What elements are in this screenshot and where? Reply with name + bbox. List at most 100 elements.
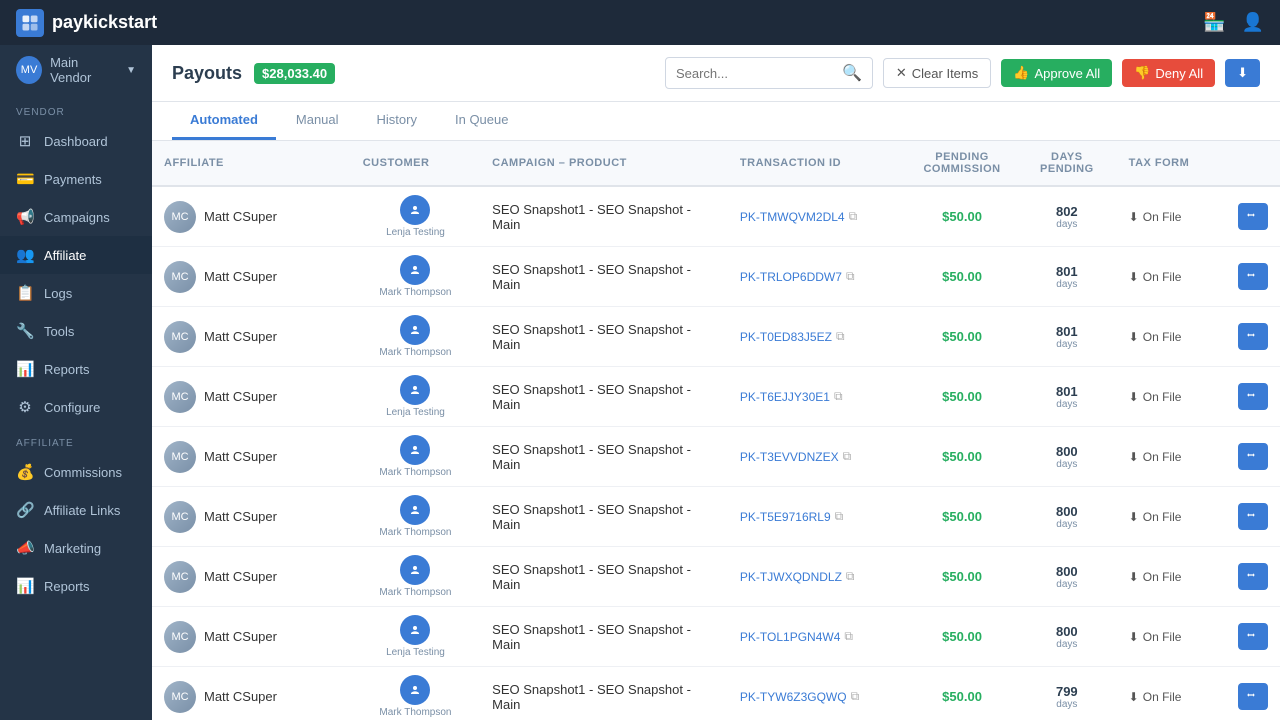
copy-icon[interactable]: ⧉ — [846, 569, 855, 584]
user-icon[interactable]: 👤 — [1242, 12, 1264, 33]
commission-cell: $50.00 — [907, 307, 1017, 367]
copy-icon[interactable]: ⧉ — [836, 329, 845, 344]
days-pending-cell: 800 days — [1017, 427, 1117, 487]
app-logo[interactable]: paykickstart — [16, 9, 157, 37]
pay-button[interactable] — [1238, 683, 1268, 710]
store-icon[interactable]: 🏪 — [1203, 12, 1225, 33]
tab-automated[interactable]: Automated — [172, 102, 276, 140]
transaction-id-value[interactable]: PK-TYW6Z3GQWQ — [740, 690, 847, 704]
customer-icon — [400, 255, 430, 285]
sidebar-item-commissions[interactable]: 💰 Commissions — [0, 453, 152, 491]
affiliate-name: Matt CSuper — [204, 449, 277, 464]
copy-icon[interactable]: ⧉ — [844, 629, 853, 644]
transaction-id-value[interactable]: PK-T3EVVDNZEX — [740, 450, 839, 464]
sidebar-item-payments[interactable]: 💳 Payments — [0, 160, 152, 198]
copy-icon[interactable]: ⧉ — [843, 449, 852, 464]
col-header-customer: Customer — [351, 141, 480, 186]
affiliate-name: Matt CSuper — [204, 269, 277, 284]
tax-form-status: On File — [1143, 390, 1182, 404]
tax-form-status: On File — [1143, 690, 1182, 704]
sidebar-item-campaigns[interactable]: 📢 Campaigns — [0, 198, 152, 236]
vendor-section-label: VENDOR — [0, 95, 152, 122]
clear-items-button[interactable]: ✕ Clear Items — [883, 58, 991, 88]
customer-name: Lenja Testing — [386, 227, 445, 238]
pay-button[interactable] — [1238, 443, 1268, 470]
approve-all-button[interactable]: 👍 Approve All — [1001, 59, 1112, 87]
tax-form-status: On File — [1143, 330, 1182, 344]
customer-icon — [400, 375, 430, 405]
affiliate-avatar: MC — [164, 261, 196, 293]
sidebar-item-reports[interactable]: 📊 Reports — [0, 350, 152, 388]
transaction-id-value[interactable]: PK-T0ED83J5EZ — [740, 330, 832, 344]
sidebar-item-logs[interactable]: 📋 Logs — [0, 274, 152, 312]
campaign-cell: SEO Snapshot1 - SEO Snapshot - Main — [480, 247, 728, 307]
sidebar-item-marketing[interactable]: 📣 Marketing — [0, 529, 152, 567]
table-row: MC Matt CSuper Mark Thompson SEO Snapsho… — [152, 247, 1280, 307]
tax-form-cell: ⬇ On File — [1117, 487, 1226, 547]
sidebar-item-dashboard[interactable]: ⊞ Dashboard — [0, 122, 152, 160]
pay-button[interactable] — [1238, 503, 1268, 530]
action-cell — [1226, 307, 1280, 367]
tab-inqueue[interactable]: In Queue — [437, 102, 527, 140]
affiliate-avatar: MC — [164, 681, 196, 713]
copy-icon[interactable]: ⧉ — [849, 209, 858, 224]
copy-icon[interactable]: ⧉ — [834, 389, 843, 404]
pay-button[interactable] — [1238, 203, 1268, 230]
tax-form-cell: ⬇ On File — [1117, 247, 1226, 307]
pay-button[interactable] — [1238, 623, 1268, 650]
pay-button[interactable] — [1238, 263, 1268, 290]
download-icon: ⬇ — [1129, 450, 1139, 464]
sidebar-item-affiliate-links[interactable]: 🔗 Affiliate Links — [0, 491, 152, 529]
sidebar-item-configure[interactable]: ⚙ Configure — [0, 388, 152, 426]
page-title: Payouts — [172, 63, 242, 84]
search-input[interactable] — [676, 66, 836, 81]
tab-history[interactable]: History — [359, 102, 435, 140]
vendor-header[interactable]: MV Main Vendor ▼ — [0, 45, 152, 95]
days-number: 799 — [1029, 684, 1105, 699]
download-icon: ⬇ — [1129, 690, 1139, 704]
transaction-id-value[interactable]: PK-TJWXQDNDLZ — [740, 570, 842, 584]
reports-icon: 📊 — [16, 360, 34, 378]
sidebar-item-affiliate[interactable]: 👥 Affiliate — [0, 236, 152, 274]
pay-button[interactable] — [1238, 383, 1268, 410]
transaction-id-value[interactable]: PK-TOL1PGN4W4 — [740, 630, 840, 644]
tab-manual[interactable]: Manual — [278, 102, 357, 140]
pay-button[interactable] — [1238, 323, 1268, 350]
copy-icon[interactable]: ⧉ — [835, 509, 844, 524]
copy-icon[interactable]: ⧉ — [846, 269, 855, 284]
tabs-bar: Automated Manual History In Queue — [152, 102, 1280, 141]
transaction-id-value[interactable]: PK-T6EJJY30E1 — [740, 390, 830, 404]
sidebar-item-reports-affiliate[interactable]: 📊 Reports — [0, 567, 152, 605]
deny-all-button[interactable]: 👎 Deny All — [1122, 59, 1215, 87]
transaction-id-value[interactable]: PK-T5E9716RL9 — [740, 510, 831, 524]
days-unit: days — [1029, 339, 1105, 350]
table-row: MC Matt CSuper Mark Thompson SEO Snapsho… — [152, 547, 1280, 607]
transaction-id-cell: PK-T3EVVDNZEX ⧉ — [728, 427, 907, 487]
affiliate-avatar: MC — [164, 501, 196, 533]
sidebar-item-tools[interactable]: 🔧 Tools — [0, 312, 152, 350]
tax-form-cell: ⬇ On File — [1117, 427, 1226, 487]
affiliate-avatar: MC — [164, 321, 196, 353]
sidebar-item-label: Commissions — [44, 465, 122, 480]
export-button[interactable]: ⬇ — [1225, 59, 1260, 87]
download-icon: ⬇ — [1129, 390, 1139, 404]
search-box[interactable]: 🔍 — [665, 57, 873, 89]
download-icon: ⬇ — [1129, 630, 1139, 644]
table-container: Affiliate Customer Campaign – Product Tr… — [152, 141, 1280, 720]
transaction-id-value[interactable]: PK-TRLOP6DDW7 — [740, 270, 842, 284]
action-cell — [1226, 487, 1280, 547]
days-pending-cell: 801 days — [1017, 307, 1117, 367]
affiliate-cell: MC Matt CSuper — [152, 667, 351, 720]
campaigns-icon: 📢 — [16, 208, 34, 226]
customer-name: Mark Thompson — [379, 707, 451, 718]
action-cell — [1226, 247, 1280, 307]
transaction-id-cell: PK-TOL1PGN4W4 ⧉ — [728, 607, 907, 667]
transaction-id-cell: PK-TRLOP6DDW7 ⧉ — [728, 247, 907, 307]
approve-label: Approve All — [1034, 66, 1100, 81]
transaction-id-cell: PK-TJWXQDNDLZ ⧉ — [728, 547, 907, 607]
action-cell — [1226, 427, 1280, 487]
copy-icon[interactable]: ⧉ — [851, 689, 860, 704]
transaction-id-value[interactable]: PK-TMWQVM2DL4 — [740, 210, 845, 224]
days-number: 800 — [1029, 504, 1105, 519]
pay-button[interactable] — [1238, 563, 1268, 590]
